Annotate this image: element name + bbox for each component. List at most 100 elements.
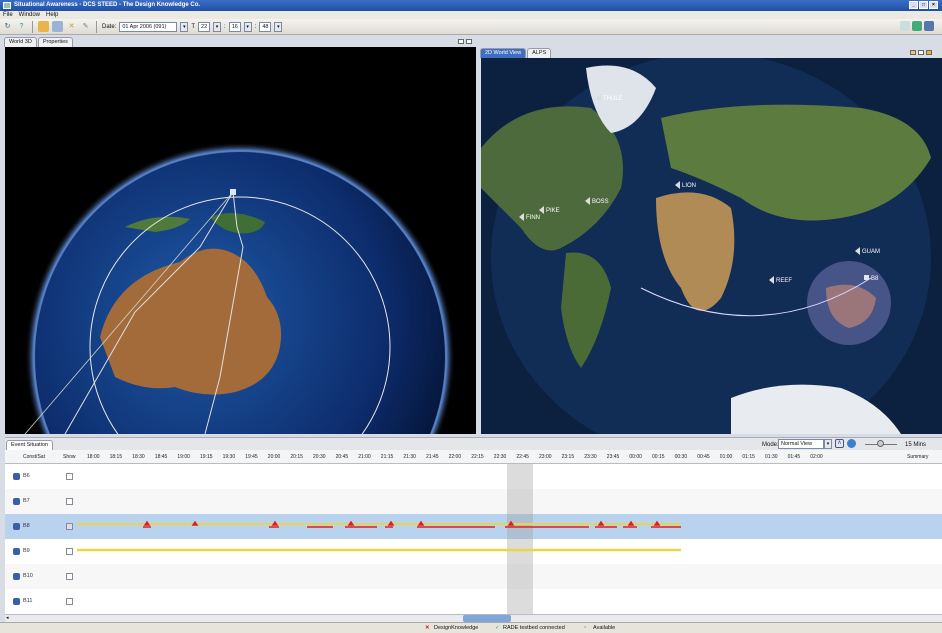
menu-window[interactable]: Window — [19, 11, 40, 19]
time-tick-label: 23:45 — [606, 454, 620, 460]
time-tick-label: 18:30 — [132, 454, 145, 460]
colon-2: : — [254, 23, 257, 30]
brand-label: DesignKnowledge — [434, 625, 479, 631]
time-tick-label: 00:00 — [629, 454, 642, 460]
globe-canvas[interactable] — [5, 47, 476, 434]
interval-slider-thumb[interactable] — [877, 440, 884, 447]
zoom-in-icon[interactable]: ∧ — [835, 439, 844, 448]
time-tick-label: 21:45 — [426, 454, 439, 460]
scroll-thumb[interactable] — [463, 615, 511, 622]
time-tick-label: 20:30 — [313, 454, 326, 460]
minimize-icon[interactable]: _ — [909, 1, 918, 9]
right-tab-bar: 2D World View ALPS — [480, 47, 552, 58]
hour-field[interactable]: 22 — [198, 21, 211, 32]
time-tick-label: 01:15 — [742, 454, 755, 460]
availability-icon: ◔ — [583, 625, 587, 631]
date-field[interactable]: 01 Apr 2006 (091) — [119, 21, 178, 32]
world-3d-view[interactable] — [5, 47, 476, 434]
help-icon[interactable]: ? — [16, 21, 27, 32]
left-tab-bar: World 3D Properties — [4, 36, 73, 47]
availability-status: Available — [593, 625, 616, 631]
time-tick-label: 00:15 — [652, 454, 665, 460]
minute-dropdown-icon[interactable]: ▾ — [243, 21, 252, 32]
tab-alps[interactable]: ALPS — [527, 48, 552, 58]
time-separator: T — [191, 23, 196, 30]
satellite-b8-label: B8 — [871, 276, 879, 282]
back-icon[interactable]: ↻ — [2, 21, 13, 32]
tab-2d-world-view[interactable]: 2D World View — [480, 48, 527, 58]
connection-status: RADE testbed connected — [503, 625, 565, 631]
hour-dropdown-icon[interactable]: ▾ — [213, 21, 222, 32]
menu-help[interactable]: Help — [46, 11, 58, 19]
tools-icon[interactable]: ✕ — [66, 21, 77, 32]
time-tick-label: 01:00 — [719, 454, 733, 460]
time-tick-label: 00:45 — [697, 454, 710, 460]
perspective-icon[interactable] — [900, 21, 910, 31]
dk-logo-icon: ✕ — [425, 625, 430, 631]
connection-icon: ✓ — [495, 625, 500, 631]
refresh-icon[interactable] — [847, 439, 856, 448]
col-const-sat: Const/Sat — [23, 454, 45, 460]
title-bar: Situational Awareness - DCS STEED - The … — [0, 0, 942, 11]
tab-properties[interactable]: Properties — [37, 37, 73, 47]
time-tick-label: 18:15 — [109, 454, 123, 460]
maximize-pane-icon[interactable] — [466, 39, 472, 44]
pane-grid-icon[interactable] — [918, 50, 924, 55]
time-tick-label: 19:30 — [222, 454, 236, 460]
settings-icon[interactable] — [924, 21, 934, 31]
time-tick-label: 22:30 — [493, 454, 507, 460]
layers-icon[interactable] — [52, 21, 63, 32]
station-thule-label: THULE — [603, 96, 623, 102]
tab-event-situation[interactable]: Event Situation — [6, 440, 53, 450]
time-tick-label: 21:00 — [358, 454, 371, 460]
status-bar: ✕ DesignKnowledge ✓ RADE testbed connect… — [0, 622, 942, 633]
toolbar: ↻ ? ✕ ✎ Date: 01 Apr 2006 (091) ▾ T 22 ▾… — [0, 19, 942, 35]
globe-icon[interactable] — [912, 21, 922, 31]
world-2d-view[interactable]: THULE LION PIKE BOSS GUAM REEF B8 FINN — [481, 58, 942, 434]
time-tick-label: 02:00 — [810, 454, 823, 460]
menu-bar: File Window Help — [0, 11, 942, 19]
col-summary: Summary — [907, 454, 929, 460]
pane-star-icon[interactable] — [926, 50, 932, 55]
time-tick-label: 22:15 — [471, 454, 484, 460]
time-tick-label: 23:30 — [584, 454, 597, 460]
tab-world-3d[interactable]: World 3D — [4, 37, 37, 47]
time-tick-label: 18:45 — [154, 454, 168, 460]
second-field[interactable]: 48 — [259, 21, 272, 32]
timeline-scrollbar[interactable]: ◂ — [5, 614, 942, 622]
second-dropdown-icon[interactable]: ▾ — [274, 21, 283, 32]
date-label: Date: — [102, 23, 117, 30]
open-icon[interactable] — [38, 21, 49, 32]
close-icon[interactable]: × — [929, 1, 938, 9]
station-guam-label: GUAM — [862, 249, 880, 255]
pane-tool-icon[interactable] — [910, 50, 916, 55]
time-cursor[interactable] — [507, 464, 533, 614]
maximize-icon[interactable]: □ — [919, 1, 928, 9]
time-tick-label: 22:45 — [516, 454, 529, 460]
satellite-icon[interactable] — [230, 189, 236, 195]
app-icon — [3, 2, 11, 9]
time-tick-label: 21:30 — [403, 454, 416, 460]
mode-dropdown-icon[interactable]: ▾ — [824, 439, 832, 449]
menu-file[interactable]: File — [3, 11, 13, 19]
time-tick-label: 20:45 — [335, 454, 349, 460]
time-tick-label: 21:15 — [380, 454, 394, 460]
station-finn-label: FINN — [526, 215, 540, 221]
window-title: Situational Awareness - DCS STEED - The … — [14, 2, 201, 8]
edit-icon[interactable]: ✎ — [80, 21, 91, 32]
timeline-rows: B6 B7 B8 B9 B10 B11 — [5, 464, 942, 614]
minute-field[interactable]: 16 — [228, 21, 241, 32]
minimize-pane-icon[interactable] — [458, 39, 464, 44]
station-reef-label: REEF — [776, 278, 792, 284]
perspective-switcher — [900, 21, 934, 31]
mode-select[interactable]: Normal View — [778, 439, 824, 449]
scroll-left-icon[interactable]: ◂ — [6, 615, 13, 622]
world-map-canvas[interactable]: THULE LION PIKE BOSS GUAM REEF B8 FINN — [481, 58, 942, 434]
toolbar-separator — [96, 20, 97, 33]
satellite-b8-icon[interactable] — [864, 275, 869, 280]
col-show: Show — [63, 454, 76, 460]
time-tick-label: 01:30 — [765, 454, 778, 460]
time-tick-label: 20:00 — [267, 454, 281, 460]
time-tick-label: 19:00 — [177, 454, 190, 460]
date-dropdown-icon[interactable]: ▾ — [180, 21, 189, 32]
